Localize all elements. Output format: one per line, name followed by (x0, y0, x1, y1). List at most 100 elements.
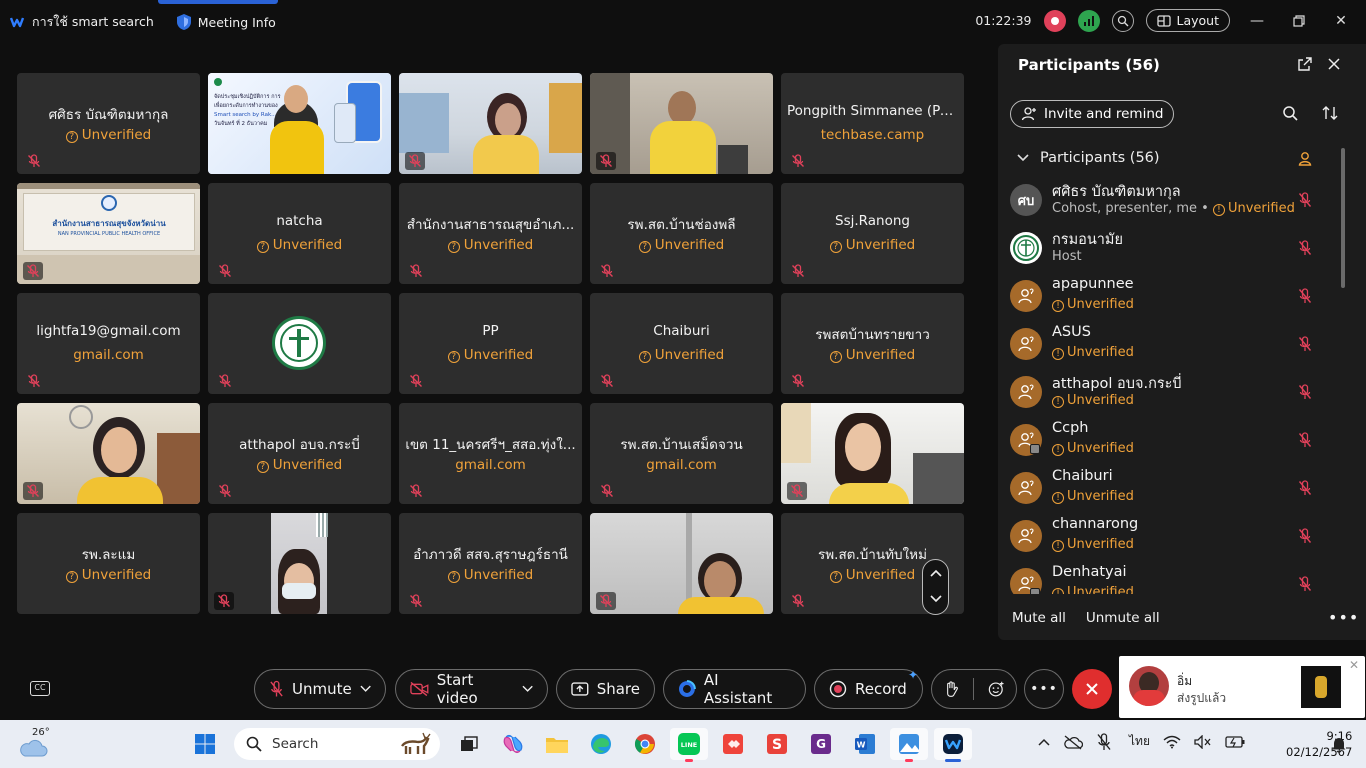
recording-status-icon[interactable] (1043, 9, 1066, 32)
minimize-button[interactable]: — (1242, 13, 1272, 29)
ai-assistant-button[interactable]: AI Assistant (663, 669, 806, 709)
battery-icon[interactable] (1225, 735, 1245, 748)
taskbar-search-box[interactable]: Search (234, 728, 440, 760)
participant-tile[interactable]: ศศิธร บัณฑิตมหากุล ? Unverified (17, 73, 200, 174)
task-view-icon[interactable] (450, 728, 488, 760)
participant-row[interactable]: Ccph ! Unverified (1010, 420, 1340, 468)
participant-video-tile[interactable] (781, 403, 964, 504)
mic-muted-icon[interactable] (1298, 336, 1312, 352)
participant-row[interactable]: Chaiburi ! Unverified (1010, 468, 1340, 516)
participant-tile[interactable]: รพสตบ้านทรายขาว ? Unverified (781, 293, 964, 394)
mic-muted-icon[interactable] (1298, 288, 1312, 304)
network-health-icon[interactable] (1077, 9, 1100, 32)
participant-tile[interactable]: Ssj.Ranong ? Unverified (781, 183, 964, 284)
weather-widget[interactable]: 26° (18, 727, 50, 758)
participant-tile[interactable]: สำนักงานสาธารณสุขอำเภ... ? Unverified (399, 183, 582, 284)
participant-tile[interactable]: PP ? Unverified (399, 293, 582, 394)
chevron-down-icon[interactable] (522, 685, 533, 693)
invite-and-remind-button[interactable]: Invite and remind (1010, 100, 1175, 128)
participant-video-tile[interactable]: สำนักงานสาธารณสุขจังหวัดน่าน NAN PROVINC… (17, 183, 200, 284)
participant-tile[interactable]: อำภาวดี สสจ.สุราษฎร์ธานี ? Unverified (399, 513, 582, 614)
copilot-icon[interactable] (494, 728, 532, 760)
participant-video-tile[interactable] (590, 513, 773, 614)
mute-all-button[interactable]: Mute all (1012, 610, 1066, 626)
file-explorer-icon[interactable] (538, 728, 576, 760)
edge-browser-icon[interactable] (582, 728, 620, 760)
start-video-button[interactable]: Start video (395, 669, 548, 709)
participant-row[interactable]: apapunnee ! Unverified (1010, 276, 1340, 324)
pdf-app-icon[interactable]: G (802, 728, 840, 760)
participant-video-tile[interactable]: จัดประชุมเชิงปฏิบัติการ การ เพื่อยกระดับ… (208, 73, 391, 174)
cloud-sync-icon[interactable] (1063, 734, 1083, 750)
participant-tile[interactable]: รพ.ละแม ? Unverified (17, 513, 200, 614)
participant-row[interactable]: ศบ ศศิธร บัณฑิตมหากุล Cohost, presenter,… (1010, 180, 1340, 228)
close-panel-icon[interactable] (1327, 56, 1341, 75)
chat-notification-toast[interactable]: อิ่ม ส่งรูปแล้ว ✕ (1119, 656, 1365, 718)
participant-row[interactable]: atthapol อบจ.กระบี่ ! Unverified (1010, 372, 1340, 420)
line-app-icon[interactable]: LINE (670, 728, 708, 762)
restore-button[interactable] (1284, 14, 1314, 27)
unmute-all-button[interactable]: Unmute all (1086, 610, 1160, 626)
closed-captions-icon[interactable]: CC (30, 681, 50, 696)
participant-tile[interactable]: Chaiburi ? Unverified (590, 293, 773, 394)
anydesk-icon[interactable] (714, 728, 752, 760)
input-language[interactable]: ไทย (1129, 732, 1150, 751)
search-icon[interactable] (1282, 105, 1298, 125)
volume-muted-icon[interactable] (1194, 734, 1212, 749)
participant-tile[interactable]: Pongpith Simmanee (Pod) techbase.camp (781, 73, 964, 174)
participants-section-header[interactable]: Participants (56) (1016, 150, 1160, 166)
wifi-icon[interactable] (1163, 735, 1181, 749)
unmute-button[interactable]: Unmute (254, 669, 386, 709)
participant-tile[interactable]: atthapol อบจ.กระบี่ ? Unverified (208, 403, 391, 504)
more-options-icon[interactable]: ••• (1328, 608, 1359, 627)
participant-row[interactable]: กรมอนามัย Host (1010, 228, 1340, 276)
chevron-up-icon[interactable] (1038, 738, 1050, 746)
reactions-icon[interactable] (988, 680, 1004, 698)
participant-row[interactable]: ASUS ! Unverified (1010, 324, 1340, 372)
zoom-icon[interactable] (1111, 9, 1134, 32)
start-button[interactable] (186, 728, 224, 760)
page-up-button[interactable] (928, 565, 944, 584)
close-notification-icon[interactable]: ✕ (1349, 658, 1359, 672)
participant-video-tile[interactable] (17, 403, 200, 504)
photos-app-icon[interactable] (890, 728, 928, 762)
tab-meeting-info[interactable]: Meeting Info (176, 14, 276, 30)
leave-meeting-button[interactable] (1072, 669, 1112, 709)
layout-button[interactable]: Layout (1145, 9, 1230, 32)
chevron-down-icon[interactable] (360, 685, 371, 693)
tab-smart-search[interactable]: การใช้ smart search (10, 12, 154, 32)
mic-muted-icon[interactable] (1298, 432, 1312, 448)
participant-video-tile[interactable] (208, 513, 391, 614)
participant-tile[interactable]: lightfa19@gmail.com gmail.com (17, 293, 200, 394)
popout-icon[interactable] (1297, 56, 1313, 76)
raise-hand-icon[interactable] (944, 680, 959, 698)
participant-video-tile[interactable] (399, 73, 582, 174)
mic-muted-icon[interactable] (1298, 480, 1312, 496)
mic-muted-icon[interactable] (1298, 240, 1312, 256)
participant-tile[interactable]: รพ.สต.บ้านเสม็ดจวน gmail.com (590, 403, 773, 504)
panel-scrollbar[interactable] (1341, 148, 1345, 288)
wps-office-icon[interactable]: S (758, 728, 796, 760)
participant-tile[interactable] (208, 293, 391, 394)
participant-row[interactable]: channarong ! Unverified (1010, 516, 1340, 564)
participant-video-tile[interactable] (590, 73, 773, 174)
participant-tile[interactable]: เขต 11_นครศรีฯ_สสอ.ทุ่งใ... gmail.com (399, 403, 582, 504)
participant-tile[interactable]: รพ.สต.บ้านช่องพลี ? Unverified (590, 183, 773, 284)
participant-tile[interactable]: natcha ? Unverified (208, 183, 391, 284)
webex-app-icon[interactable] (934, 728, 972, 762)
mic-muted-icon[interactable] (1298, 384, 1312, 400)
close-window-button[interactable]: ✕ (1326, 13, 1356, 29)
microphone-muted-icon[interactable] (1096, 732, 1112, 751)
word-app-icon[interactable]: W (846, 728, 884, 760)
record-button[interactable]: Record (814, 669, 923, 709)
page-down-button[interactable] (928, 591, 944, 610)
share-button[interactable]: Share (556, 669, 655, 709)
mic-muted-icon[interactable] (1298, 192, 1312, 208)
notification-bell-icon[interactable] (1331, 735, 1347, 753)
sort-icon[interactable] (1322, 105, 1338, 125)
mic-muted-icon[interactable] (1298, 576, 1312, 592)
participant-row[interactable]: Denhatyai ! Unverified (1010, 564, 1340, 594)
more-options-button[interactable]: ••• (1024, 669, 1064, 709)
chrome-browser-icon[interactable] (626, 728, 664, 760)
mic-muted-icon[interactable] (1298, 528, 1312, 544)
